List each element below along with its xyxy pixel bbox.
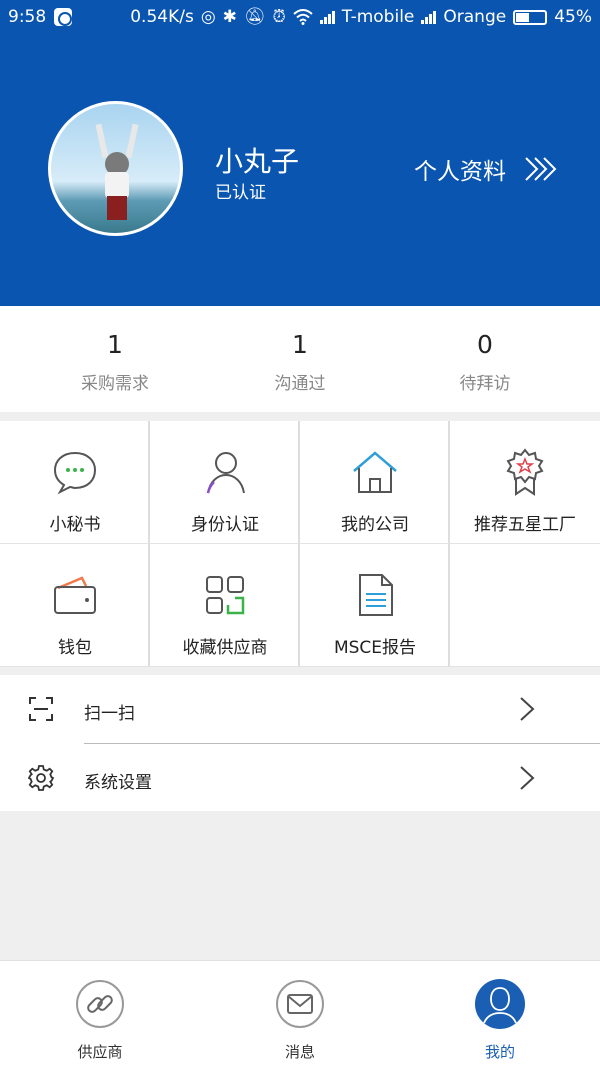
app-notification-icon (54, 8, 73, 26)
avatar-figure-image (95, 124, 139, 220)
menu-item-label: 系统设置 (84, 773, 152, 793)
stat-to-visit[interactable]: 0 待拜访 (385, 306, 585, 394)
grid-item-favorite-suppliers[interactable]: 收藏供应商 (150, 544, 300, 667)
grid-item-msce-report[interactable]: MSCE报告 (300, 544, 450, 667)
grid-item-secretary[interactable]: 小秘书 (0, 421, 150, 544)
stats-bar: 1 采购需求 1 沟通过 0 待拜访 (0, 306, 600, 412)
alarm-icon: ⏰︎ (272, 7, 286, 27)
feature-grid: 小秘书 身份认证 我的公司 推荐五星工厂 钱包 收藏供应商 MSCE报告 (0, 421, 600, 667)
carrier-2: Orange (443, 7, 507, 27)
avatar[interactable] (48, 101, 183, 236)
profile-details-link[interactable]: 个人资料 (414, 152, 560, 186)
apps-grid-icon (206, 576, 245, 615)
stat-value: 1 (292, 330, 308, 359)
status-time: 9:58 (8, 7, 47, 27)
grid-item-label: 身份认证 (191, 515, 259, 535)
grid-item-label: 推荐五星工厂 (474, 515, 576, 535)
stat-label: 沟通过 (274, 374, 326, 394)
tab-label: 消息 (284, 1043, 315, 1061)
stat-value: 0 (477, 330, 493, 359)
scan-icon (29, 697, 53, 721)
stat-communicated[interactable]: 1 沟通过 (200, 306, 400, 394)
settings-list: 扫一扫 系统设置 (0, 675, 600, 811)
stat-label: 待拜访 (459, 374, 511, 394)
award-ribbon-icon (506, 448, 544, 496)
grid-item-company[interactable]: 我的公司 (300, 421, 450, 544)
battery-percent: 45% (554, 7, 592, 27)
stat-purchase-requests[interactable]: 1 采购需求 (15, 306, 215, 394)
menu-item-scan[interactable]: 扫一扫 (0, 675, 600, 744)
grid-item-label: 小秘书 (49, 515, 101, 535)
chat-bubble-icon (53, 451, 97, 495)
grid-item-label: 钱包 (58, 638, 92, 658)
alarm-off-icon: 🔕︎ (243, 7, 266, 27)
signal-icon-1 (319, 10, 335, 24)
envelope-icon (276, 980, 324, 1028)
stat-label: 采购需求 (81, 374, 149, 394)
grid-item-label: 收藏供应商 (182, 638, 268, 658)
menu-item-settings[interactable]: 系统设置 (0, 744, 600, 812)
link-icon (76, 980, 124, 1028)
tab-suppliers[interactable]: 供应商 (0, 961, 200, 1067)
grid-item-label: 我的公司 (341, 515, 409, 535)
status-bar: 9:58 0.54K/s ◎ ✱ 🔕︎ ⏰︎ T-mobile Orange 4… (0, 0, 600, 34)
tab-label: 我的 (484, 1043, 515, 1061)
grid-item-label: MSCE报告 (333, 638, 417, 658)
grid-item-wallet[interactable]: 钱包 (0, 544, 150, 667)
bluetooth-icon: ✱ (222, 7, 237, 27)
carrier-1: T-mobile (341, 7, 415, 27)
grid-item-five-star-factory[interactable]: 推荐五星工厂 (450, 421, 600, 544)
wallet-icon (54, 576, 96, 614)
chevron-right-icon (520, 766, 535, 790)
stat-value: 1 (107, 330, 123, 359)
verification-status: 已认证 (215, 183, 266, 203)
grid-item-identity[interactable]: 身份认证 (150, 421, 300, 544)
nfc-icon: ◎ (200, 7, 216, 27)
tab-mine[interactable]: 我的 (400, 961, 600, 1067)
person-icon (206, 452, 245, 494)
grid-item-empty (450, 544, 600, 667)
house-icon (353, 451, 397, 493)
gear-icon (28, 765, 54, 791)
chevron-right-icon (520, 697, 535, 721)
document-report-icon (359, 574, 393, 616)
user-name: 小丸子 (215, 145, 300, 178)
signal-icon-2 (421, 10, 437, 24)
profile-header: 9:58 0.54K/s ◎ ✱ 🔕︎ ⏰︎ T-mobile Orange 4… (0, 0, 600, 306)
battery-icon (513, 9, 548, 25)
wifi-icon (293, 9, 313, 25)
profile-link-label: 个人资料 (414, 159, 506, 185)
chevron-right-double-icon (525, 157, 557, 181)
tab-messages[interactable]: 消息 (200, 961, 400, 1067)
user-icon (475, 979, 525, 1029)
network-speed: 0.54K/s (130, 7, 194, 27)
menu-item-label: 扫一扫 (84, 704, 135, 724)
bottom-tab-bar: 供应商 消息 我的 (0, 960, 600, 1067)
tab-label: 供应商 (77, 1043, 123, 1061)
